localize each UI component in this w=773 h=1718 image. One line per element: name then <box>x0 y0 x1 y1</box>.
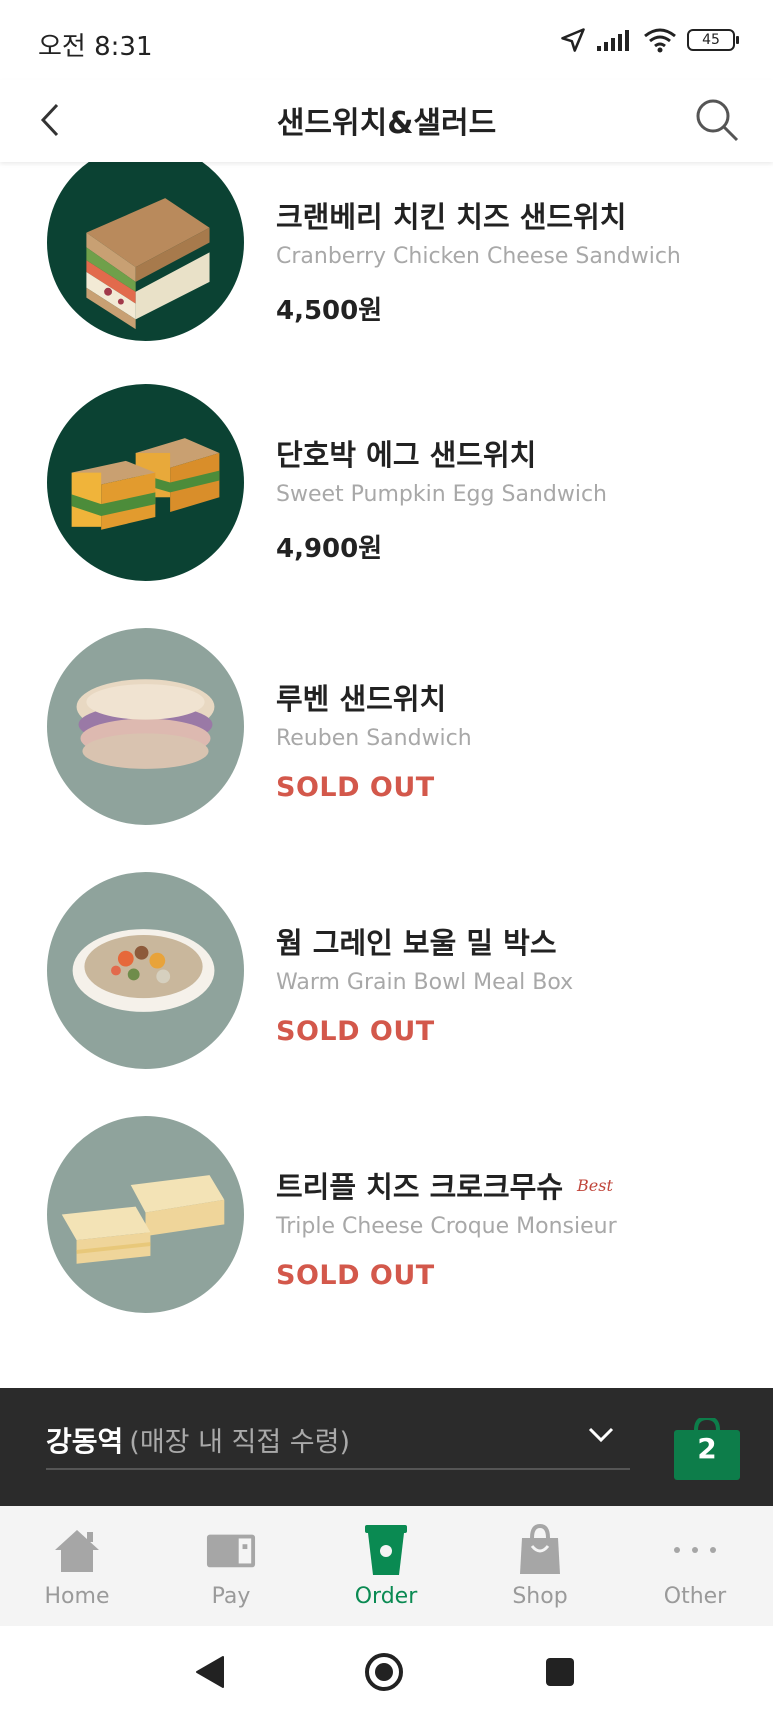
sandwich-image <box>76 679 215 769</box>
location-arrow-icon <box>561 28 585 52</box>
more-icon <box>670 1524 720 1576</box>
item-name-ko: 웜 그레인 보울 밀 박스 <box>276 926 557 960</box>
card-icon <box>206 1524 256 1576</box>
product-image <box>47 872 244 1069</box>
pickup-note: (매장 내 직접 수령) <box>129 1427 350 1458</box>
item-name-ko: 크랜베리 치킨 치즈 샌드위치 <box>276 200 627 234</box>
store-name-text: 강동역 <box>46 1425 124 1458</box>
cup-icon <box>361 1524 411 1576</box>
status-icons: 45 <box>559 26 739 54</box>
menu-item-warm-grain-bowl[interactable]: 웜 그레인 보울 밀 박스 Warm Grain Bowl Meal Box S… <box>0 870 773 1070</box>
product-image <box>47 162 244 341</box>
menu-item-triple-cheese-croque[interactable]: 트리플 치즈 크로크무슈 Best Triple Cheese Croque Mo… <box>0 1114 773 1314</box>
sold-out-label: SOLD OUT <box>276 772 435 803</box>
tab-label: Shop <box>512 1584 568 1609</box>
tab-label: Pay <box>211 1584 251 1609</box>
best-badge: Best <box>577 1176 613 1195</box>
system-nav-bar <box>0 1626 773 1718</box>
store-selector-bar[interactable]: 강동역 (매장 내 직접 수령) 2 <box>0 1388 773 1506</box>
item-name-en: Sweet Pumpkin Egg Sandwich <box>276 482 607 507</box>
recents-square-icon <box>546 1658 574 1686</box>
wifi-icon <box>644 28 676 53</box>
signal-icon <box>597 30 629 51</box>
sandwich-image <box>61 1175 225 1264</box>
search-button[interactable] <box>689 92 745 148</box>
item-name-en: Triple Cheese Croque Monsieur <box>276 1214 617 1239</box>
sold-out-label: SOLD OUT <box>276 1016 435 1047</box>
sandwich-image <box>71 438 220 530</box>
page-title: 샌드위치&샐러드 <box>276 106 497 141</box>
search-icon <box>696 99 739 142</box>
tab-home[interactable]: Home <box>0 1506 154 1626</box>
tab-order[interactable]: Order <box>309 1506 463 1626</box>
tab-label: Other <box>663 1584 727 1609</box>
tab-label: Order <box>354 1584 418 1609</box>
menu-list: 크랜베리 치킨 치즈 샌드위치 Cranberry Chicken Cheese… <box>0 162 773 1388</box>
product-image <box>47 628 244 825</box>
item-name-en: Cranberry Chicken Cheese Sandwich <box>276 244 681 269</box>
item-price: 4,500원 <box>276 296 383 326</box>
home-icon <box>52 1524 102 1576</box>
chevron-down-icon <box>588 1427 614 1443</box>
sold-out-label: SOLD OUT <box>276 1260 435 1291</box>
item-name-en: Warm Grain Bowl Meal Box <box>276 970 574 995</box>
bowl-image <box>72 929 215 1012</box>
status-time: 오전 8:31 <box>38 32 153 62</box>
tab-other[interactable]: Other <box>618 1506 772 1626</box>
battery-indicator: 45 <box>687 29 739 51</box>
menu-item-cranberry-chicken-cheese[interactable]: 크랜베리 치킨 치즈 샌드위치 Cranberry Chicken Cheese… <box>0 162 773 344</box>
item-name-text: 트리플 치즈 크로크무슈 <box>276 1170 563 1204</box>
system-back-button[interactable] <box>190 1652 230 1692</box>
divider <box>46 1468 630 1470</box>
sandwich-image <box>86 198 210 330</box>
store-dropdown-button[interactable] <box>584 1418 618 1452</box>
product-image <box>47 1116 244 1313</box>
bag-icon <box>515 1524 565 1576</box>
tab-label: Home <box>44 1584 110 1609</box>
home-circle-icon <box>365 1653 403 1691</box>
system-recents-button[interactable] <box>540 1652 580 1692</box>
product-image <box>47 384 244 581</box>
cart-count: 2 <box>697 1432 717 1465</box>
bottom-tab-bar: Home Pay Order Shop Other <box>0 1506 773 1626</box>
system-home-button[interactable] <box>364 1652 404 1692</box>
item-price: 4,900원 <box>276 534 383 564</box>
item-name-en: Reuben Sandwich <box>276 726 472 751</box>
app-header: 샌드위치&샐러드 <box>0 80 773 162</box>
cart-button[interactable]: 2 <box>674 1418 740 1480</box>
item-name-ko: 단호박 에그 샌드위치 <box>276 438 537 472</box>
status-bar: 오전 8:31 45 <box>0 0 773 80</box>
item-name-ko: 루벤 샌드위치 <box>276 682 447 716</box>
menu-item-sweet-pumpkin-egg[interactable]: 단호박 에그 샌드위치 Sweet Pumpkin Egg Sandwich 4… <box>0 382 773 582</box>
tab-shop[interactable]: Shop <box>463 1506 617 1626</box>
back-triangle-icon <box>196 1656 224 1688</box>
menu-item-reuben[interactable]: 루벤 샌드위치 Reuben Sandwich SOLD OUT <box>0 626 773 826</box>
store-name: 강동역 (매장 내 직접 수령) <box>46 1420 350 1460</box>
item-name-ko: 트리플 치즈 크로크무슈 Best <box>276 1164 613 1206</box>
tab-pay[interactable]: Pay <box>154 1506 308 1626</box>
